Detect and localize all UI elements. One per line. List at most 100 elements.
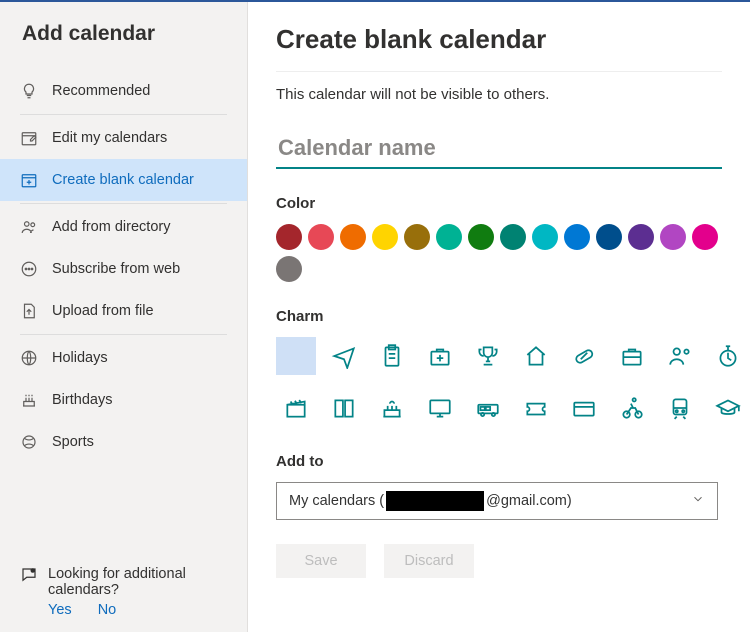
color-swatch[interactable] xyxy=(692,224,718,250)
briefcase-icon xyxy=(619,343,645,369)
page-title: Create blank calendar xyxy=(276,24,722,55)
sidebar-item-recommended[interactable]: Recommended xyxy=(0,70,247,112)
calendar-name-input[interactable] xyxy=(276,131,722,169)
monitor-icon xyxy=(427,395,453,421)
sidebar-title: Add calendar xyxy=(22,22,247,46)
color-swatch[interactable] xyxy=(436,224,462,250)
sidebar-item-add-directory[interactable]: Add from directory xyxy=(0,206,247,248)
ellipsis-circle-icon xyxy=(20,260,38,278)
feedback-no[interactable]: No xyxy=(98,602,117,618)
sidebar-item-birthdays[interactable]: Birthdays xyxy=(0,379,247,421)
separator xyxy=(20,203,227,204)
charm-train[interactable] xyxy=(660,389,700,427)
trophy-icon xyxy=(475,343,501,369)
charm-ticket[interactable] xyxy=(516,389,556,427)
discard-button[interactable]: Discard xyxy=(384,544,474,578)
charm-label: Charm xyxy=(276,308,722,325)
edit-calendar-icon xyxy=(20,129,38,147)
color-swatch[interactable] xyxy=(340,224,366,250)
sports-icon xyxy=(20,433,38,451)
gradcap-icon xyxy=(715,395,741,421)
charm-clipboard[interactable] xyxy=(372,337,412,375)
sidebar-item-upload-file[interactable]: Upload from file xyxy=(0,290,247,332)
color-swatch[interactable] xyxy=(308,224,334,250)
charm-none[interactable] xyxy=(276,337,316,375)
plane-icon xyxy=(331,343,357,369)
sidebar-item-create-blank[interactable]: Create blank calendar xyxy=(0,159,247,201)
book-icon xyxy=(331,395,357,421)
feedback-yes[interactable]: Yes xyxy=(48,602,72,618)
color-swatch[interactable] xyxy=(532,224,558,250)
main-panel: Create blank calendar This calendar will… xyxy=(248,2,750,632)
charm-gradcap[interactable] xyxy=(708,389,748,427)
home-icon xyxy=(523,343,549,369)
sidebar-item-sports[interactable]: Sports xyxy=(0,421,247,463)
color-swatch[interactable] xyxy=(276,224,302,250)
color-swatch[interactable] xyxy=(372,224,398,250)
stopwatch-icon xyxy=(715,343,741,369)
bulb-icon xyxy=(20,82,38,100)
cyclist-icon xyxy=(619,395,645,421)
sidebar: Add calendar Recommended Edit my calenda… xyxy=(0,2,248,632)
clapper-icon xyxy=(283,395,309,421)
addto-select[interactable]: My calendars (@gmail.com) xyxy=(276,482,718,520)
redacted-email xyxy=(386,491,484,511)
charm-cyclist[interactable] xyxy=(612,389,652,427)
sidebar-item-label: Holidays xyxy=(52,350,108,366)
charm-firstaid[interactable] xyxy=(420,337,460,375)
sidebar-item-label: Upload from file xyxy=(52,303,154,319)
bus-icon xyxy=(475,395,501,421)
pill-icon xyxy=(571,343,597,369)
save-button[interactable]: Save xyxy=(276,544,366,578)
color-swatches xyxy=(276,224,722,282)
separator xyxy=(276,71,722,72)
firstaid-icon xyxy=(427,343,453,369)
sidebar-item-label: Sports xyxy=(52,434,94,450)
sidebar-item-subscribe-web[interactable]: Subscribe from web xyxy=(0,248,247,290)
charm-monitor[interactable] xyxy=(420,389,460,427)
color-swatch[interactable] xyxy=(660,224,686,250)
charm-plane[interactable] xyxy=(324,337,364,375)
charm-stopwatch[interactable] xyxy=(708,337,748,375)
charm-people[interactable] xyxy=(660,337,700,375)
separator xyxy=(20,114,227,115)
sidebar-item-label: Birthdays xyxy=(52,392,112,408)
chevron-down-icon xyxy=(691,492,705,510)
charm-grid xyxy=(276,337,722,427)
color-swatch[interactable] xyxy=(276,256,302,282)
clipboard-icon xyxy=(379,343,405,369)
charm-briefcase[interactable] xyxy=(612,337,652,375)
cake-icon xyxy=(379,395,405,421)
charm-clapper[interactable] xyxy=(276,389,316,427)
color-swatch[interactable] xyxy=(596,224,622,250)
plus-calendar-icon xyxy=(20,171,38,189)
globe-icon xyxy=(20,349,38,367)
addto-label: Add to xyxy=(276,453,722,470)
sidebar-item-holidays[interactable]: Holidays xyxy=(0,337,247,379)
people-icon xyxy=(667,343,693,369)
color-swatch[interactable] xyxy=(628,224,654,250)
color-swatch[interactable] xyxy=(404,224,430,250)
charm-card[interactable] xyxy=(564,389,604,427)
cake-icon xyxy=(20,391,38,409)
feedback-icon xyxy=(20,566,38,588)
charm-cake[interactable] xyxy=(372,389,412,427)
charm-bus[interactable] xyxy=(468,389,508,427)
charm-home[interactable] xyxy=(516,337,556,375)
ticket-icon xyxy=(523,395,549,421)
sidebar-item-label: Edit my calendars xyxy=(52,130,167,146)
color-swatch[interactable] xyxy=(564,224,590,250)
people-icon xyxy=(20,218,38,236)
charm-book[interactable] xyxy=(324,389,364,427)
charm-pill[interactable] xyxy=(564,337,604,375)
color-swatch[interactable] xyxy=(468,224,494,250)
color-swatch[interactable] xyxy=(500,224,526,250)
upload-file-icon xyxy=(20,302,38,320)
sidebar-item-label: Recommended xyxy=(52,83,150,99)
sidebar-item-label: Add from directory xyxy=(52,219,170,235)
page-description: This calendar will not be visible to oth… xyxy=(276,86,722,103)
color-label: Color xyxy=(276,195,722,212)
charm-trophy[interactable] xyxy=(468,337,508,375)
sidebar-item-edit-calendars[interactable]: Edit my calendars xyxy=(0,117,247,159)
separator xyxy=(20,334,227,335)
